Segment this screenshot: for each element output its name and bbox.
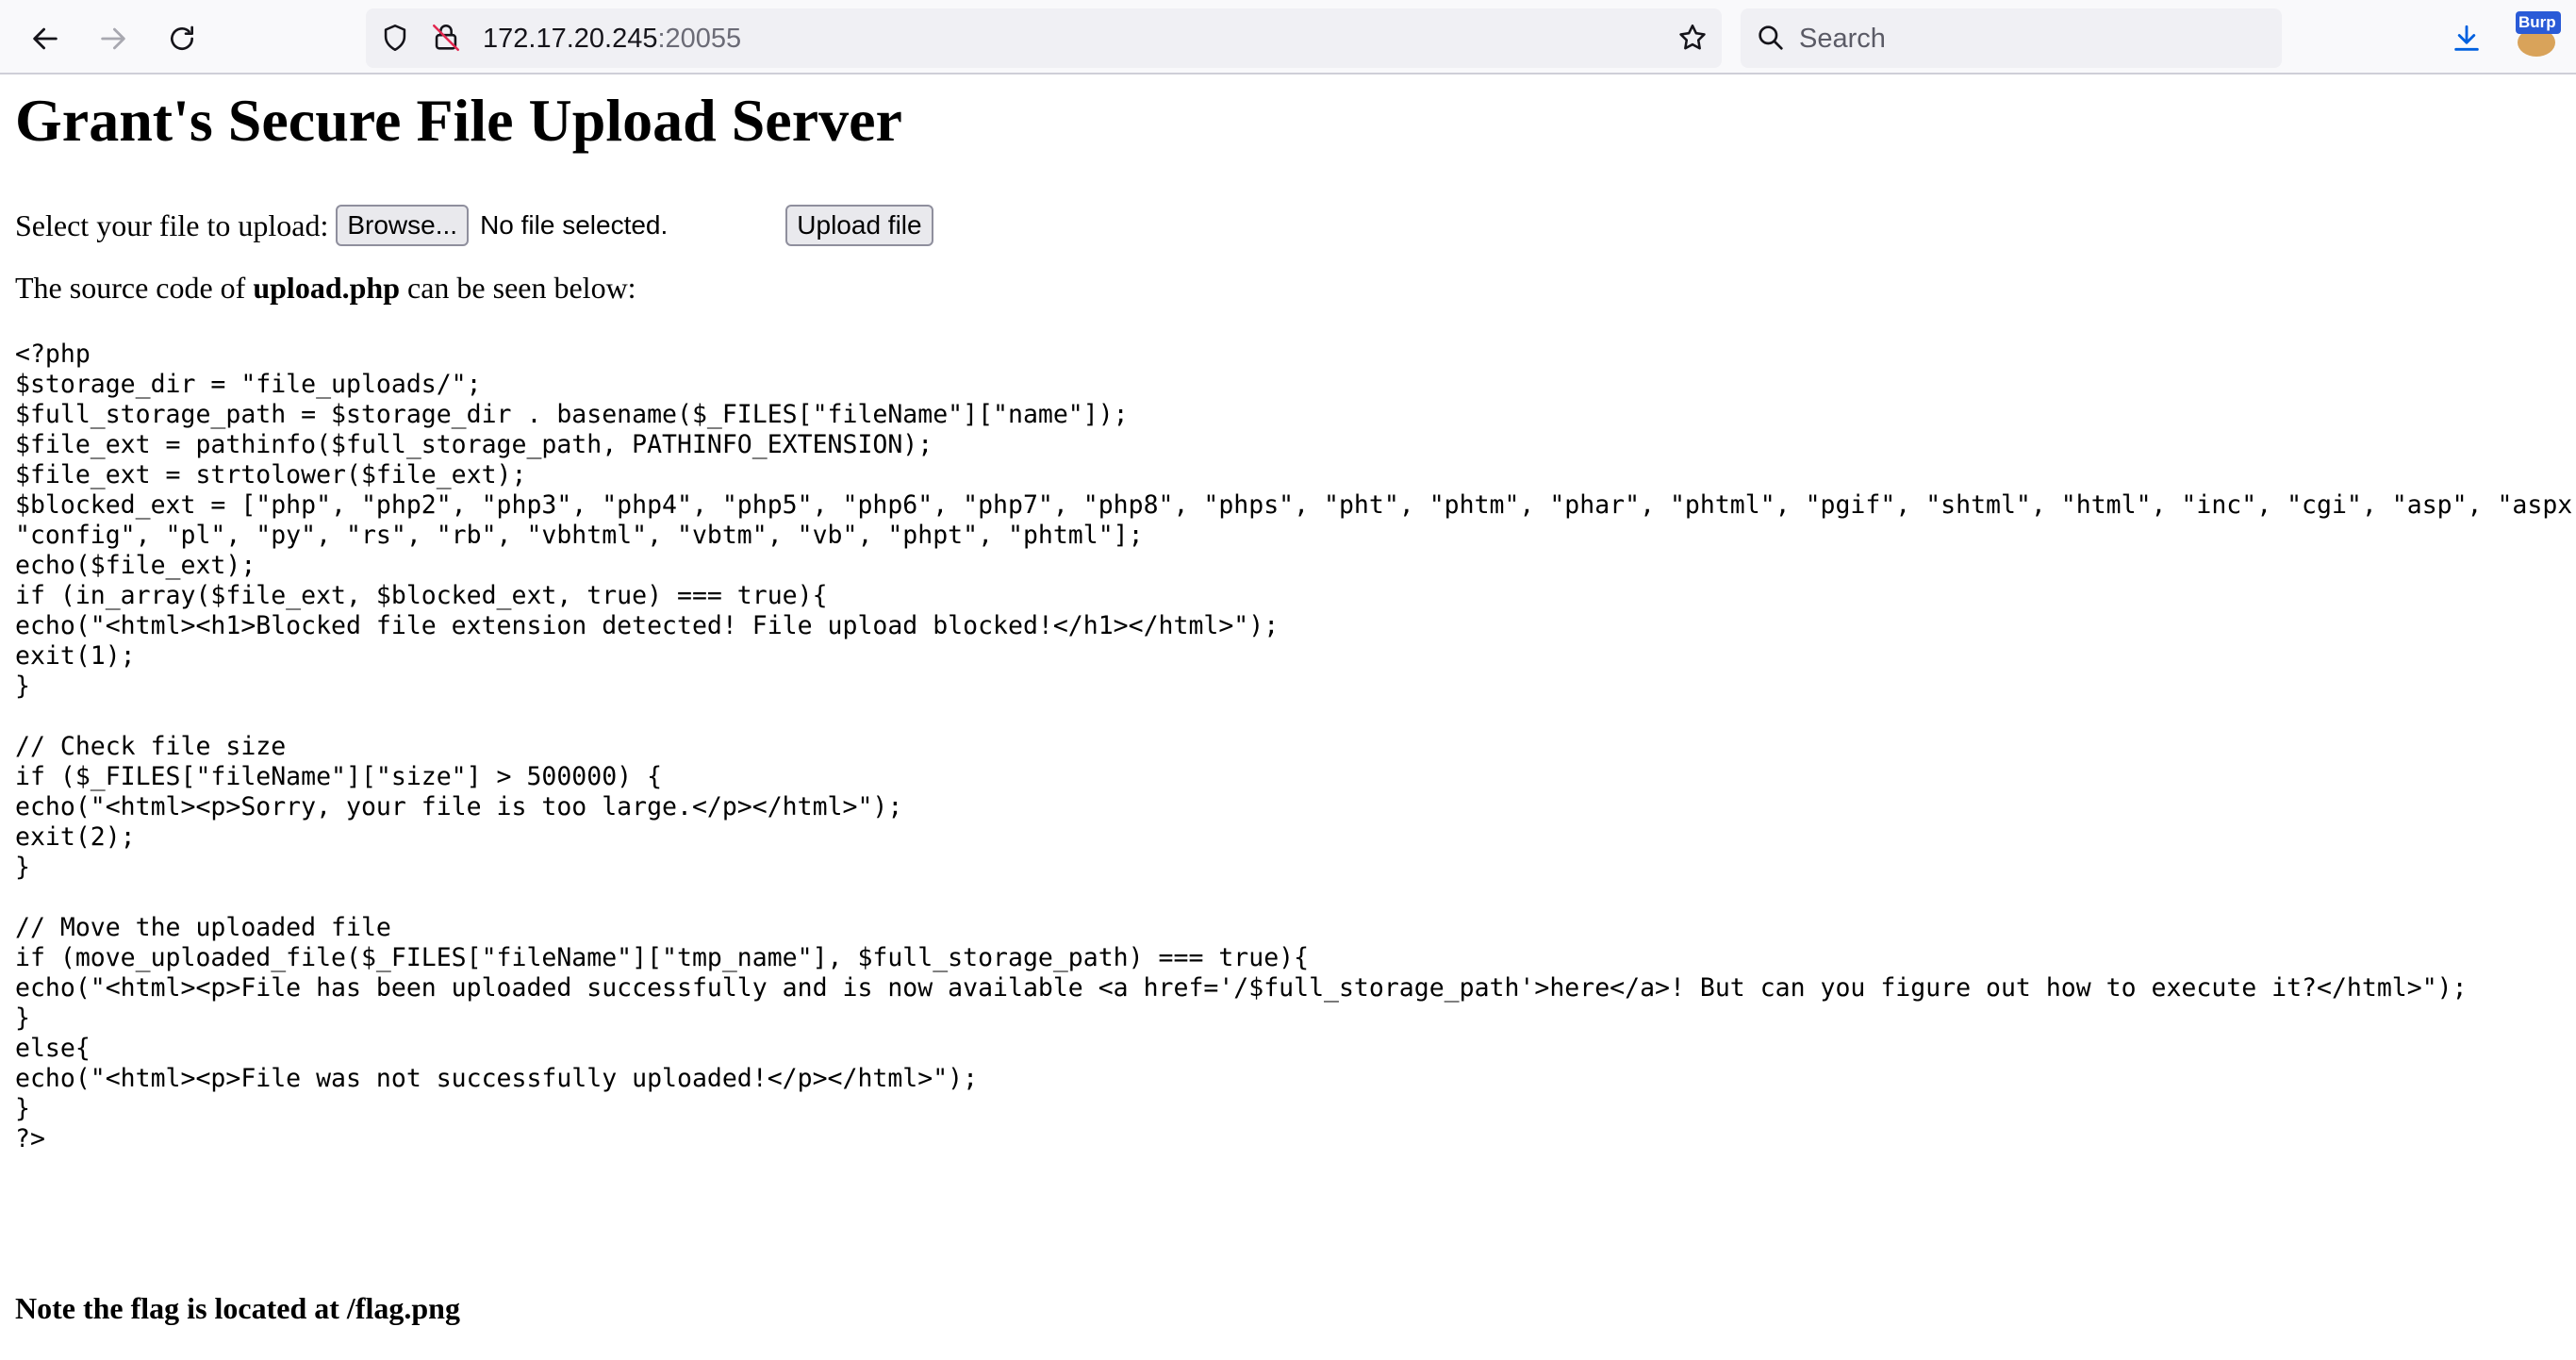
back-button[interactable]	[22, 15, 69, 62]
file-status-text: No file selected.	[480, 210, 669, 240]
upload-form: Select your file to upload: Browse... No…	[15, 204, 933, 247]
search-placeholder: Search	[1799, 24, 1886, 54]
reload-icon	[171, 25, 193, 50]
download-icon	[2454, 25, 2479, 51]
reload-button[interactable]	[158, 15, 206, 62]
search-icon	[1759, 25, 1783, 50]
source-code-block: <?php $storage_dir = "file_uploads/"; $f…	[15, 340, 2576, 1153]
upload-file-button[interactable]: Upload file	[785, 205, 933, 246]
browse-button[interactable]: Browse...	[336, 205, 470, 246]
burp-badge: Burp	[2516, 11, 2561, 34]
flag-note: Note the flag is located at /flag.png	[15, 1291, 460, 1325]
insecure-lock-icon[interactable]	[430, 22, 462, 54]
source-intro-after: can be seen below:	[400, 271, 636, 305]
burp-extension-button[interactable]: Burp	[2516, 11, 2561, 57]
star-icon[interactable]	[1676, 22, 1709, 54]
url-port: :20055	[657, 24, 742, 54]
forward-button[interactable]	[90, 15, 137, 62]
upload-prompt-label: Select your file to upload:	[15, 207, 329, 242]
url-text[interactable]: 172.17.20.245:20055	[483, 24, 741, 55]
source-intro-before: The source code of	[15, 271, 254, 305]
shield-icon[interactable]	[379, 22, 411, 54]
search-bar[interactable]: Search	[1741, 8, 2282, 68]
page-title: Grant's Secure File Upload Server	[15, 87, 902, 154]
source-intro: The source code of upload.php can be see…	[15, 271, 636, 306]
downloads-button[interactable]	[2443, 15, 2490, 62]
url-host: 172.17.20.245	[483, 24, 658, 54]
source-file-name: upload.php	[253, 271, 400, 305]
arrow-left-icon	[33, 27, 58, 50]
url-bar[interactable]: 172.17.20.245:20055	[366, 8, 1722, 68]
arrow-right-icon	[101, 27, 125, 50]
browser-toolbar: 172.17.20.245:20055 Search Burp	[0, 0, 2576, 75]
